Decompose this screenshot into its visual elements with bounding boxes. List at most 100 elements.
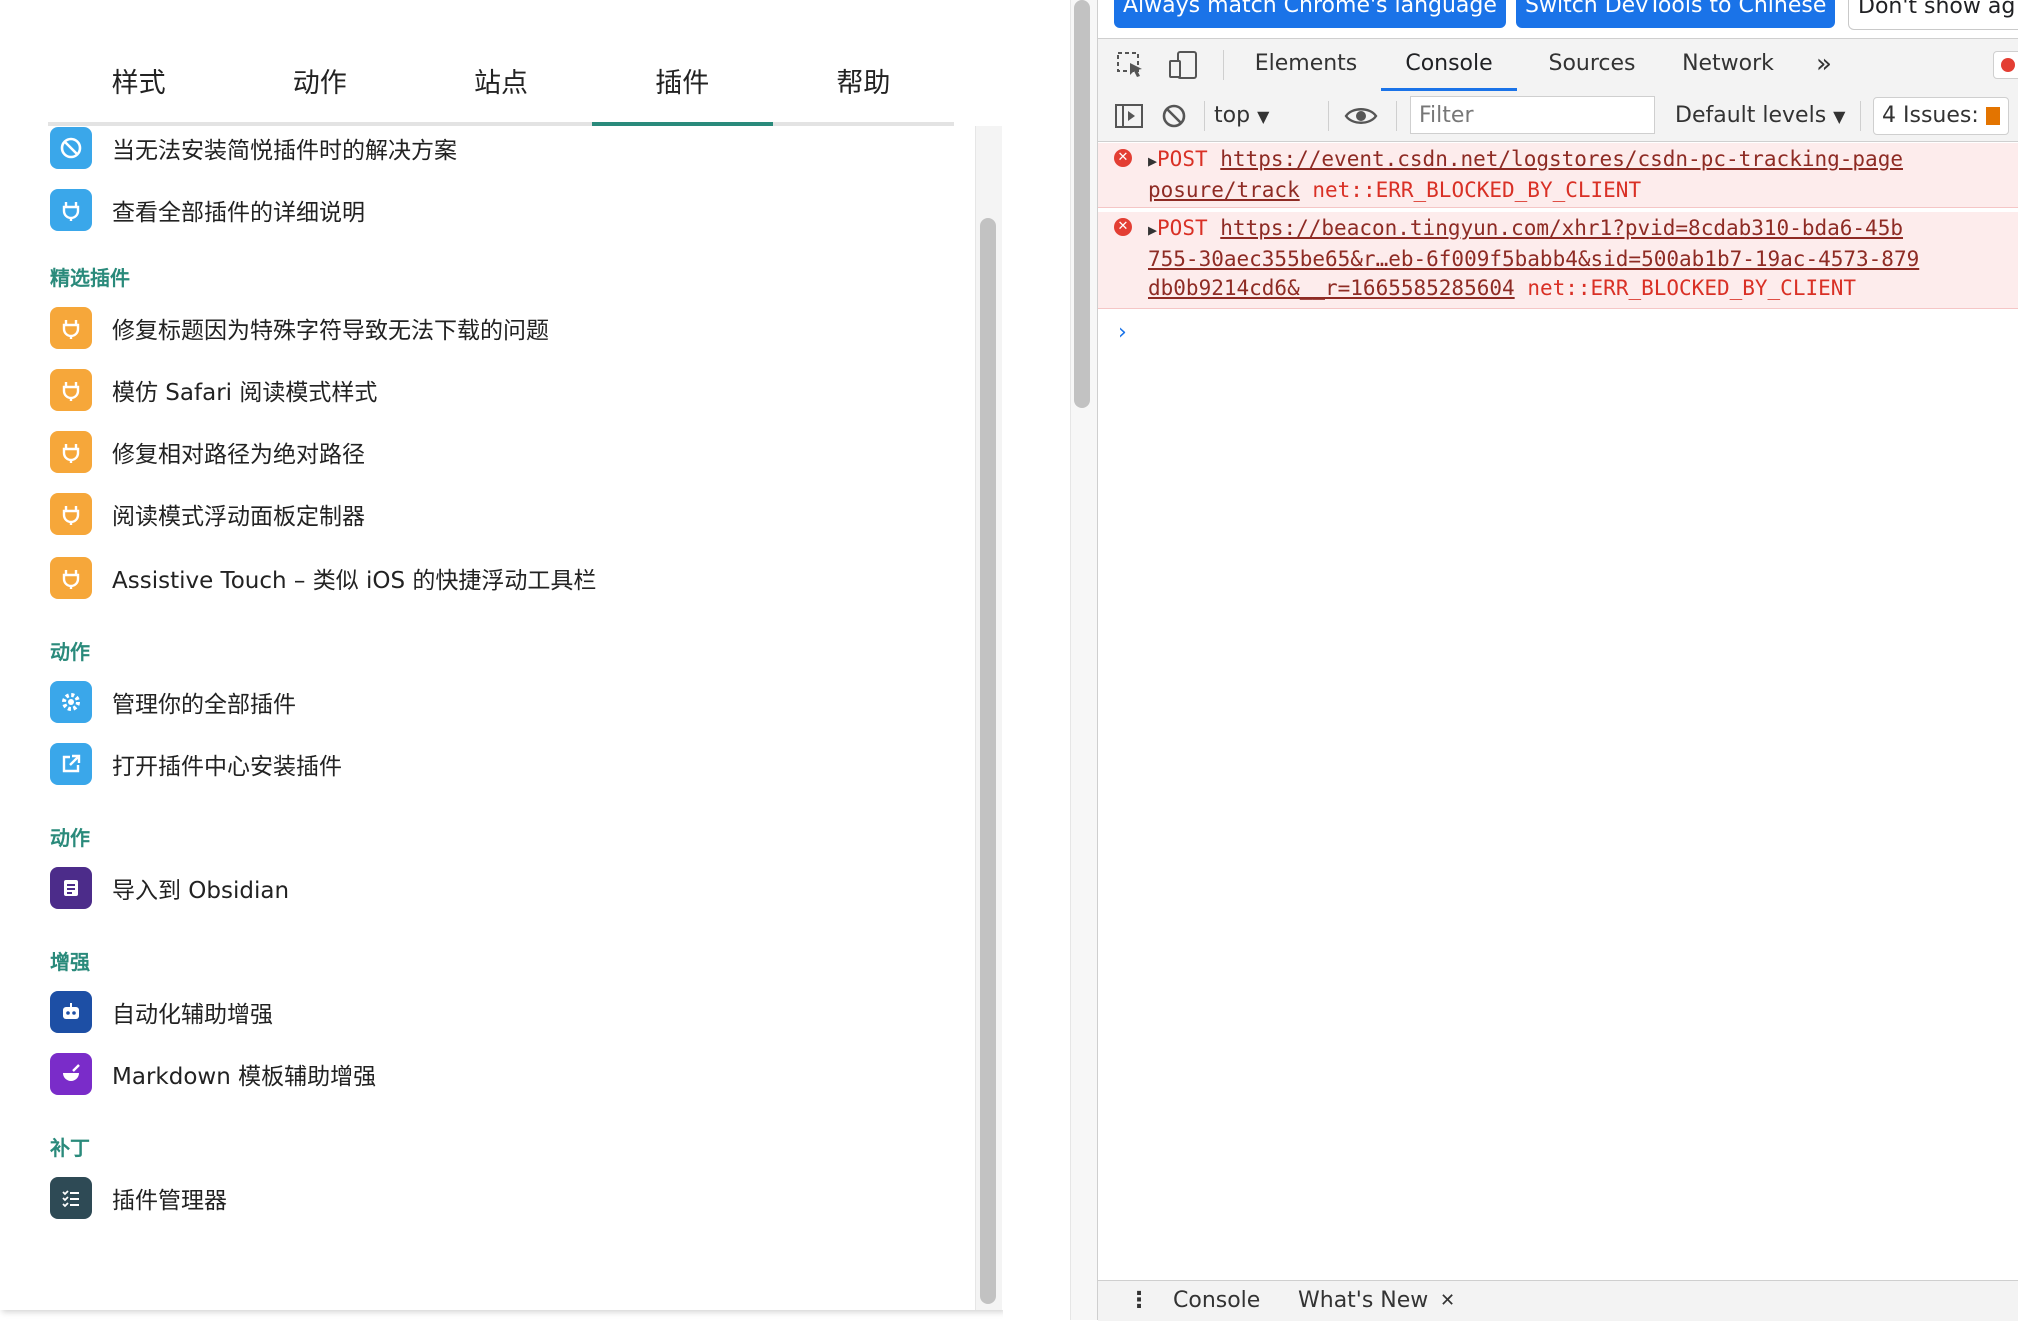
close-icon[interactable]: ✕ — [1440, 1281, 1455, 1321]
request-url[interactable]: https://event.csdn.net/logstores/csdn-pc… — [1220, 147, 1903, 171]
list-scrollbar-thumb[interactable] — [980, 218, 996, 1304]
dropdown-arrow-icon: ▼ — [1833, 107, 1846, 126]
document-icon — [50, 867, 92, 909]
request-url-cont[interactable]: posure/track — [1148, 178, 1300, 202]
plug-icon — [50, 557, 92, 599]
checklist-icon — [50, 1177, 92, 1219]
mortar-icon — [50, 1053, 92, 1095]
tab-console[interactable]: Console — [1381, 39, 1517, 91]
item-label: 导入到 Obsidian — [112, 878, 290, 904]
external-link-icon — [50, 743, 92, 785]
item-label: 管理你的全部插件 — [112, 692, 296, 718]
dropdown-arrow-icon: ▼ — [1257, 107, 1270, 126]
item-label: 自动化辅助增强 — [112, 1002, 273, 1028]
plug-icon — [50, 431, 92, 473]
tab-help[interactable]: 帮助 — [773, 56, 954, 122]
sidebar-toggle-icon[interactable] — [1114, 102, 1144, 134]
item-label: 修复相对路径为绝对路径 — [112, 442, 365, 468]
item-label: 阅读模式浮动面板定制器 — [112, 504, 365, 530]
list-item-manage-all[interactable]: 管理你的全部插件 — [50, 680, 296, 724]
list-item-fix-paths[interactable]: 修复相对路径为绝对路径 — [50, 430, 365, 474]
request-url[interactable]: https://beacon.tingyun.com/xhr1?pvid=8cd… — [1220, 216, 1903, 240]
list-item-plugin-manager[interactable]: 插件管理器 — [50, 1176, 227, 1220]
drawer-menu-icon[interactable]: ⋮ — [1128, 1281, 1150, 1321]
section-title-actions: 动作 — [50, 640, 90, 664]
device-toolbar-icon[interactable] — [1168, 49, 1200, 85]
tab-elements[interactable]: Elements — [1246, 39, 1366, 91]
console-error-message: ✕ ▶POST https://event.csdn.net/logstores… — [1098, 143, 2018, 208]
request-url-cont[interactable]: 755-30aec355be65&r…eb-6f009f5babb4&sid=5… — [1148, 247, 1919, 271]
list-item-fix-title[interactable]: 修复标题因为特殊字符导致无法下载的问题 — [50, 306, 549, 350]
list-item-import-obsidian[interactable]: 导入到 Obsidian — [50, 866, 289, 910]
drawer-tab-console[interactable]: Console — [1173, 1281, 1260, 1321]
list-item-view-all[interactable]: 查看全部插件的详细说明 — [50, 188, 365, 232]
list-item-float-panel[interactable]: 阅读模式浮动面板定制器 — [50, 492, 365, 536]
section-title-enhance: 增强 — [50, 950, 90, 974]
error-icon: ✕ — [1114, 149, 1132, 167]
eye-icon[interactable] — [1344, 105, 1378, 131]
expand-caret-icon[interactable]: ▶ — [1148, 152, 1157, 170]
tab-plugins[interactable]: 插件 — [591, 56, 774, 126]
list-item-open-center[interactable]: 打开插件中心安装插件 — [50, 742, 342, 786]
plugin-list: 当无法安装简悦插件时的解决方案 查看全部插件的详细说明 精选插件 修复标题因为特… — [0, 126, 975, 1310]
inspect-element-icon[interactable] — [1116, 51, 1146, 83]
popup-tabs: 样式 动作 站点 插件 帮助 — [48, 56, 954, 126]
item-label: 插件管理器 — [112, 1188, 227, 1214]
tab-style[interactable]: 样式 — [48, 56, 229, 122]
block-icon — [50, 127, 92, 169]
console-error-message: ✕ ▶POST https://beacon.tingyun.com/xhr1?… — [1098, 212, 2018, 309]
item-label: 修复标题因为特殊字符导致无法下载的问题 — [112, 318, 549, 344]
section-title-actions-2: 动作 — [50, 826, 90, 850]
item-label: 模仿 Safari 阅读模式样式 — [112, 380, 378, 406]
context-selector[interactable]: top ▼ — [1214, 91, 1269, 142]
item-label: Markdown 模板辅助增强 — [112, 1064, 377, 1090]
devtools-tabbar: Elements Console Sources Network » — [1098, 38, 2018, 92]
match-language-button[interactable]: Always match Chrome's language — [1114, 0, 1506, 28]
separator — [1223, 50, 1224, 80]
switch-chinese-button[interactable]: Switch DevTools to Chinese — [1516, 0, 1836, 28]
section-title-patch: 补丁 — [50, 1136, 90, 1160]
http-method: POST — [1157, 147, 1208, 171]
dont-show-button[interactable]: Don't show ag — [1848, 0, 2018, 30]
error-icon: ✕ — [1114, 218, 1132, 236]
separator — [1328, 101, 1329, 131]
plug-icon — [50, 493, 92, 535]
console-prompt[interactable]: › — [1118, 320, 1127, 345]
levels-label: Default levels — [1675, 103, 1827, 128]
tab-sites[interactable]: 站点 — [410, 56, 591, 122]
robot-icon — [50, 991, 92, 1033]
section-title-featured: 精选插件 — [50, 266, 130, 290]
issues-button[interactable]: 4 Issues: — [1873, 97, 2009, 135]
tab-network[interactable]: Network — [1670, 39, 1786, 91]
plug-icon — [50, 369, 92, 411]
http-method: POST — [1157, 216, 1208, 240]
devtools-panel: Always match Chrome's language Switch De… — [1097, 0, 2018, 1321]
expand-caret-icon[interactable]: ▶ — [1148, 221, 1157, 239]
tab-actions[interactable]: 动作 — [229, 56, 410, 122]
gear-icon — [50, 681, 92, 723]
filter-input[interactable]: Filter — [1410, 96, 1655, 134]
more-tabs-icon[interactable]: » — [1806, 39, 1842, 91]
separator — [1396, 101, 1397, 131]
request-url-cont[interactable]: db0b9214cd6&__r=1665585285604 — [1148, 276, 1515, 300]
language-infobar: Always match Chrome's language Switch De… — [1098, 0, 2018, 34]
clear-console-icon[interactable] — [1160, 102, 1188, 134]
drawer-tab-whats-new[interactable]: What's New — [1298, 1281, 1428, 1321]
page-scrollbar-thumb[interactable] — [1074, 0, 1090, 408]
error-count-icon[interactable] — [1993, 51, 2018, 79]
plug-icon — [50, 307, 92, 349]
item-label: 当无法安装简悦插件时的解决方案 — [112, 138, 457, 164]
tab-sources[interactable]: Sources — [1536, 39, 1648, 91]
list-item-assistive-touch[interactable]: Assistive Touch – 类似 iOS 的快捷浮动工具栏 — [50, 556, 596, 600]
list-item-automation[interactable]: 自动化辅助增强 — [50, 990, 273, 1034]
list-item-fix-install[interactable]: 当无法安装简悦插件时的解决方案 — [50, 126, 457, 170]
context-label: top — [1214, 103, 1251, 128]
console-toolbar: top ▼ Filter Default levels ▼ 4 Issues: — [1098, 91, 2018, 142]
log-levels-dropdown[interactable]: Default levels ▼ — [1675, 91, 1845, 142]
item-label: Assistive Touch – 类似 iOS 的快捷浮动工具栏 — [112, 568, 597, 594]
error-text: net::ERR_BLOCKED_BY_CLIENT — [1527, 276, 1857, 300]
separator — [1860, 101, 1861, 131]
list-item-markdown-template[interactable]: Markdown 模板辅助增强 — [50, 1052, 376, 1096]
list-item-safari-style[interactable]: 模仿 Safari 阅读模式样式 — [50, 368, 377, 412]
warning-icon — [1985, 107, 2000, 125]
